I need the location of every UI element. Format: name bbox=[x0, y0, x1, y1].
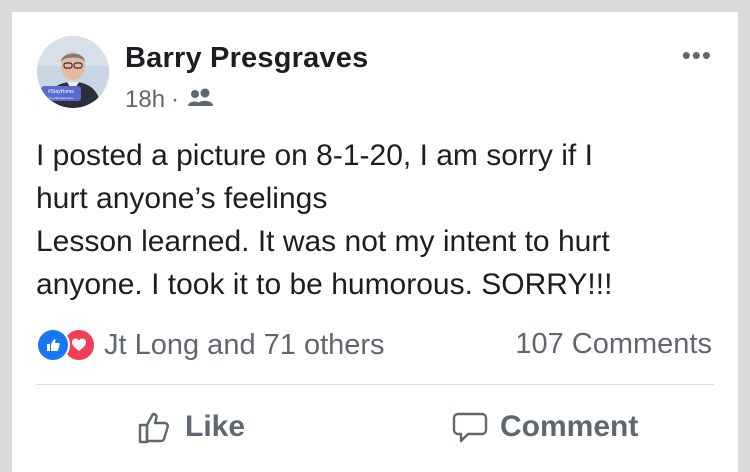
comment-label: Comment bbox=[500, 410, 639, 443]
post-timestamp[interactable]: 18h bbox=[125, 86, 165, 114]
avatar-badge-title: #StayHome bbox=[48, 89, 74, 95]
post-text-line: hurt anyone’s feelings bbox=[36, 182, 328, 215]
reaction-icons bbox=[36, 328, 96, 362]
comment-icon bbox=[452, 412, 488, 443]
meta-separator: · bbox=[171, 86, 180, 113]
avatar-photo: #StayHome It could save lives bbox=[37, 36, 109, 108]
thumbs-up-icon bbox=[138, 412, 169, 444]
avatar-badge-subtitle: It could save lives bbox=[49, 96, 73, 100]
post-card: #StayHome It could save lives Barry Pres… bbox=[12, 12, 738, 472]
comments-count[interactable]: 107 Comments bbox=[515, 328, 712, 361]
post-text-line: anyone. I took it to be humorous. SORRY!… bbox=[36, 268, 613, 301]
like-reaction-icon bbox=[36, 328, 70, 362]
like-button[interactable]: Like bbox=[137, 402, 245, 452]
avatar[interactable]: #StayHome It could save lives bbox=[37, 36, 109, 108]
post-body: I posted a picture on 8-1-20, I am sorry… bbox=[36, 134, 726, 306]
post-meta: 18h · bbox=[125, 86, 215, 114]
post-text-line: I posted a picture on 8-1-20, I am sorry… bbox=[36, 139, 593, 172]
reactions-summary[interactable]: Jt Long and 71 others bbox=[36, 328, 385, 362]
like-label: Like bbox=[185, 410, 246, 443]
reactions-text[interactable]: Jt Long and 71 others bbox=[104, 329, 385, 362]
comment-button[interactable]: Comment bbox=[452, 402, 638, 452]
more-options-icon[interactable]: ••• bbox=[682, 42, 712, 68]
divider bbox=[36, 384, 714, 385]
author-name[interactable]: Barry Presgraves bbox=[125, 42, 368, 75]
post-text-line: Lesson learned. It was not my intent to … bbox=[36, 225, 610, 258]
friends-icon[interactable] bbox=[187, 86, 215, 114]
